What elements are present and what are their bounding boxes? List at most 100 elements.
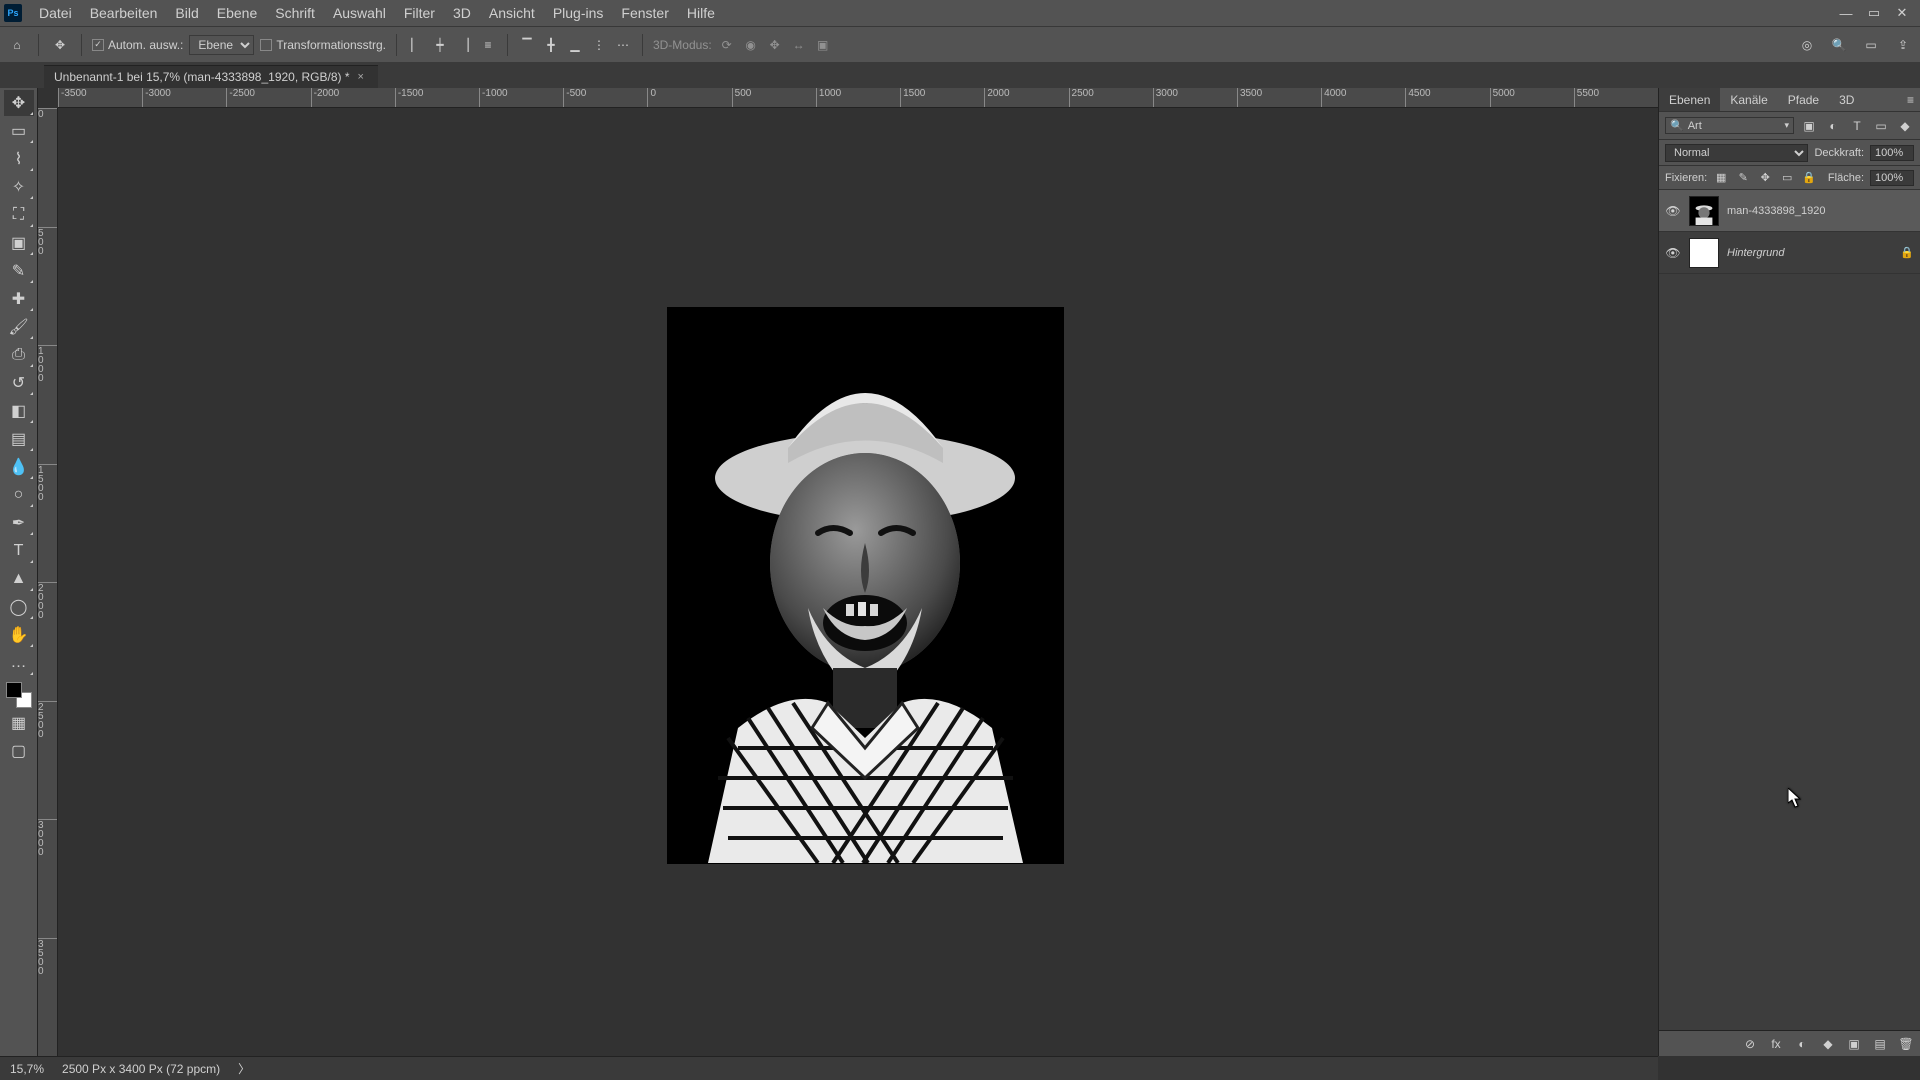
dodge-tool[interactable]: ○ (4, 482, 34, 508)
menu-bild[interactable]: Bild (166, 5, 207, 21)
tab-pfade[interactable]: Pfade (1778, 88, 1829, 111)
fill-input[interactable] (1870, 170, 1914, 186)
document-tab[interactable]: Unbenannt-1 bei 15,7% (man-4333898_1920,… (44, 65, 378, 88)
type-tool[interactable]: T (4, 538, 34, 564)
lock-transparent-icon[interactable]: ▦ (1713, 170, 1729, 186)
filter-shape-icon[interactable]: ▭ (1872, 117, 1890, 135)
menu-bearbeiten[interactable]: Bearbeiten (81, 5, 167, 21)
move-tool[interactable]: ✥ (4, 90, 34, 116)
path-selection-tool[interactable]: ▲ (4, 566, 34, 592)
window-minimize-button[interactable]: — (1832, 6, 1860, 21)
auto-select-checkbox[interactable]: ✓ Autom. ausw.: (92, 38, 183, 52)
pen-tool[interactable]: ✒ (4, 510, 34, 536)
lock-all-icon[interactable]: 🔒 (1801, 170, 1817, 186)
menu-fenster[interactable]: Fenster (612, 5, 677, 21)
align-right-icon[interactable]: ▕ (455, 36, 473, 54)
panel-menu-icon[interactable]: ≡ (1901, 93, 1920, 107)
history-brush-tool[interactable]: ↺ (4, 370, 34, 396)
menu-auswahl[interactable]: Auswahl (324, 5, 395, 21)
menu-filter[interactable]: Filter (395, 5, 444, 21)
align-bottom-icon[interactable]: ▁ (566, 36, 584, 54)
layer-name[interactable]: Hintergrund (1727, 247, 1892, 259)
menu-datei[interactable]: Datei (30, 5, 81, 21)
share-icon[interactable]: ⇪ (1892, 34, 1914, 56)
rectangle-tool[interactable]: ◯ (4, 594, 34, 620)
zoom-tool[interactable]: … (4, 650, 34, 676)
align-top-icon[interactable]: ▔ (518, 36, 536, 54)
tab-3d[interactable]: 3D (1829, 88, 1864, 111)
transform-controls-checkbox[interactable]: Transformationsstrg. (260, 38, 386, 52)
window-maximize-button[interactable]: ▭ (1860, 5, 1888, 21)
align-left-icon[interactable]: ▏ (407, 36, 425, 54)
window-close-button[interactable]: ✕ (1888, 5, 1916, 21)
menu-ebene[interactable]: Ebene (208, 5, 266, 21)
menu-3d[interactable]: 3D (444, 5, 480, 21)
opacity-input[interactable] (1870, 145, 1914, 161)
menu-schrift[interactable]: Schrift (266, 5, 324, 21)
align-center-v-icon[interactable]: ╋ (542, 36, 560, 54)
distribute-h-icon[interactable]: ≡ (479, 36, 497, 54)
status-document-info[interactable]: 2500 Px x 3400 Px (72 ppcm) (62, 1062, 220, 1076)
move-tool-icon[interactable]: ✥ (49, 34, 71, 56)
arrange-documents-icon[interactable]: ▭ (1860, 34, 1882, 56)
close-tab-icon[interactable]: × (358, 71, 364, 83)
crop-tool[interactable]: ⛶ (4, 202, 34, 228)
menu-plugins[interactable]: Plug-ins (544, 5, 613, 21)
layer-thumbnail[interactable] (1689, 196, 1719, 226)
ruler-horizontal[interactable]: -3500-3000-2500-2000-1500-1000-500050010… (58, 88, 1658, 108)
foreground-color-swatch[interactable] (6, 682, 22, 698)
status-zoom[interactable]: 15,7% (10, 1062, 44, 1076)
delete-layer-icon[interactable]: 🗑 (1898, 1037, 1914, 1051)
new-layer-icon[interactable]: ▤ (1872, 1037, 1888, 1051)
screen-mode[interactable]: ▢ (4, 738, 34, 764)
layer-row[interactable]: 👁man-4333898_1920 (1659, 190, 1920, 232)
magic-wand-tool[interactable]: ✧ (4, 174, 34, 200)
layer-name[interactable]: man-4333898_1920 (1727, 205, 1892, 217)
layer-lock-icon[interactable]: 🔒 (1900, 246, 1914, 259)
visibility-toggle-icon[interactable]: 👁 (1665, 246, 1681, 260)
frame-tool[interactable]: ▣ (4, 230, 34, 256)
lock-artboard-icon[interactable]: ▭ (1779, 170, 1795, 186)
menu-ansicht[interactable]: Ansicht (480, 5, 544, 21)
align-center-h-icon[interactable]: ┿ (431, 36, 449, 54)
cloud-documents-icon[interactable]: ◎ (1796, 34, 1818, 56)
hand-tool[interactable]: ✋ (4, 622, 34, 648)
eraser-tool[interactable]: ◧ (4, 398, 34, 424)
filter-type-icon[interactable]: T (1848, 117, 1866, 135)
document-image[interactable] (668, 308, 1063, 863)
lasso-tool[interactable]: ⌇ (4, 146, 34, 172)
brush-tool[interactable]: 🖌 (4, 314, 34, 340)
lock-pixels-icon[interactable]: ✎ (1735, 170, 1751, 186)
search-icon[interactable]: 🔍 (1828, 34, 1850, 56)
layer-filter-search[interactable]: 🔍 Art ▾ (1665, 117, 1794, 134)
tab-ebenen[interactable]: Ebenen (1659, 88, 1720, 111)
clone-stamp-tool[interactable]: ⎙ (4, 342, 34, 368)
layer-mask-icon[interactable]: ◐ (1794, 1037, 1810, 1051)
group-layers-icon[interactable]: ▣ (1846, 1037, 1862, 1051)
filter-smart-icon[interactable]: ◆ (1896, 117, 1914, 135)
link-layers-icon[interactable]: ⊘ (1742, 1037, 1758, 1051)
tab-kanaele[interactable]: Kanäle (1720, 88, 1777, 111)
align-more-icon[interactable]: ⋯ (614, 36, 632, 54)
blur-tool[interactable]: 💧 (4, 454, 34, 480)
rectangular-marquee-tool[interactable]: ▭ (4, 118, 34, 144)
filter-adjustment-icon[interactable]: ◐ (1824, 117, 1842, 135)
auto-select-target-select[interactable]: Ebene (189, 35, 254, 55)
gradient-tool[interactable]: ▤ (4, 426, 34, 452)
distribute-v-icon[interactable]: ⋮ (590, 36, 608, 54)
healing-brush-tool[interactable]: ✚ (4, 286, 34, 312)
layer-row[interactable]: 👁 Hintergrund 🔒 (1659, 232, 1920, 274)
lock-position-icon[interactable]: ✥ (1757, 170, 1773, 186)
ruler-vertical[interactable]: 05001000150020002500300035004000 (38, 108, 58, 1056)
status-arrow-icon[interactable]: 〉 (238, 1060, 250, 1077)
canvas[interactable] (58, 108, 1658, 1056)
menu-hilfe[interactable]: Hilfe (678, 5, 724, 21)
blend-mode-select[interactable]: Normal (1665, 144, 1808, 162)
edit-toolbar[interactable]: ▦ (4, 710, 34, 736)
home-icon[interactable]: ⌂ (6, 34, 28, 56)
filter-pixel-icon[interactable]: ▣ (1800, 117, 1818, 135)
layer-thumbnail[interactable] (1689, 238, 1719, 268)
adjustment-layer-icon[interactable]: ◆ (1820, 1037, 1836, 1051)
layer-fx-icon[interactable]: fx (1768, 1037, 1784, 1051)
eyedropper-tool[interactable]: ✎ (4, 258, 34, 284)
